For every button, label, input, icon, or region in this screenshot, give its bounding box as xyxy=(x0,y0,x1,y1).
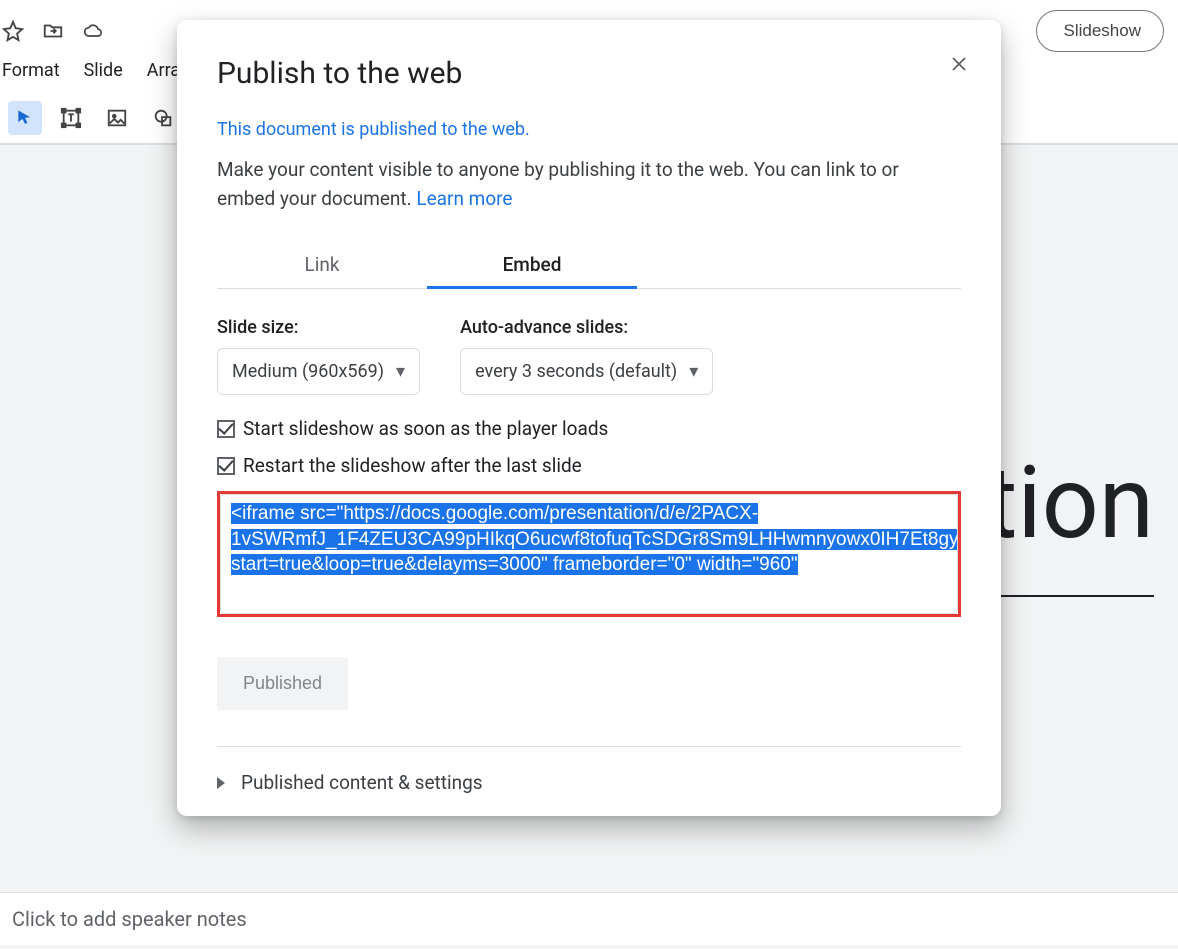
published-button[interactable]: Published xyxy=(217,657,348,710)
image-tool-icon[interactable] xyxy=(100,101,134,135)
dialog-description: Make your content visible to anyone by p… xyxy=(217,156,961,213)
embed-code-highlight-box: <iframe src="https://docs.google.com/pre… xyxy=(217,491,961,617)
move-to-folder-icon[interactable] xyxy=(40,18,66,44)
close-icon[interactable] xyxy=(945,50,973,78)
star-icon[interactable] xyxy=(0,18,26,44)
shape-tool-icon[interactable] xyxy=(146,101,180,135)
divider xyxy=(217,746,961,747)
slideshow-button[interactable]: Slideshow xyxy=(1036,10,1164,52)
cloud-status-icon[interactable] xyxy=(80,18,106,44)
speaker-notes-input[interactable]: Click to add speaker notes xyxy=(0,892,1178,945)
checkbox-start-label: Start slideshow as soon as the player lo… xyxy=(243,417,608,440)
select-tool-icon[interactable] xyxy=(8,101,42,135)
slide-size-label: Slide size: xyxy=(217,317,420,338)
chevron-down-icon: ▾ xyxy=(689,361,698,382)
menu-format[interactable]: Format xyxy=(0,56,62,85)
dialog-tabs: Link Embed xyxy=(217,241,961,289)
chevron-down-icon: ▾ xyxy=(396,361,405,382)
slide-size-value: Medium (960x569) xyxy=(232,361,384,382)
textbox-tool-icon[interactable] xyxy=(54,101,88,135)
checkbox-checked-icon xyxy=(217,420,235,438)
tab-link[interactable]: Link xyxy=(217,241,427,288)
checkbox-restart-slideshow[interactable]: Restart the slideshow after the last sli… xyxy=(217,454,961,477)
checkbox-checked-icon xyxy=(217,457,235,475)
menu-slide[interactable]: Slide xyxy=(82,56,125,85)
checkbox-restart-label: Restart the slideshow after the last sli… xyxy=(243,454,582,477)
tab-embed[interactable]: Embed xyxy=(427,241,637,288)
triangle-right-icon xyxy=(217,777,225,789)
slide-size-control: Slide size: Medium (960x569) ▾ xyxy=(217,317,420,395)
learn-more-link[interactable]: Learn more xyxy=(416,187,512,210)
dialog-title: Publish to the web xyxy=(217,56,961,91)
publish-to-web-dialog: Publish to the web This document is publ… xyxy=(177,20,1001,816)
auto-advance-control: Auto-advance slides: every 3 seconds (de… xyxy=(460,317,713,395)
disclosure-label: Published content & settings xyxy=(241,771,483,794)
auto-advance-label: Auto-advance slides: xyxy=(460,317,713,338)
slide-size-select[interactable]: Medium (960x569) ▾ xyxy=(217,348,420,395)
auto-advance-value: every 3 seconds (default) xyxy=(475,361,677,382)
embed-code-textarea[interactable]: <iframe src="https://docs.google.com/pre… xyxy=(220,494,958,614)
checkbox-start-slideshow[interactable]: Start slideshow as soon as the player lo… xyxy=(217,417,961,440)
embed-code-selected-text: <iframe src="https://docs.google.com/pre… xyxy=(231,503,958,575)
auto-advance-select[interactable]: every 3 seconds (default) ▾ xyxy=(460,348,713,395)
published-content-settings-disclosure[interactable]: Published content & settings xyxy=(217,771,961,794)
published-status-link[interactable]: This document is published to the web. xyxy=(217,119,530,140)
